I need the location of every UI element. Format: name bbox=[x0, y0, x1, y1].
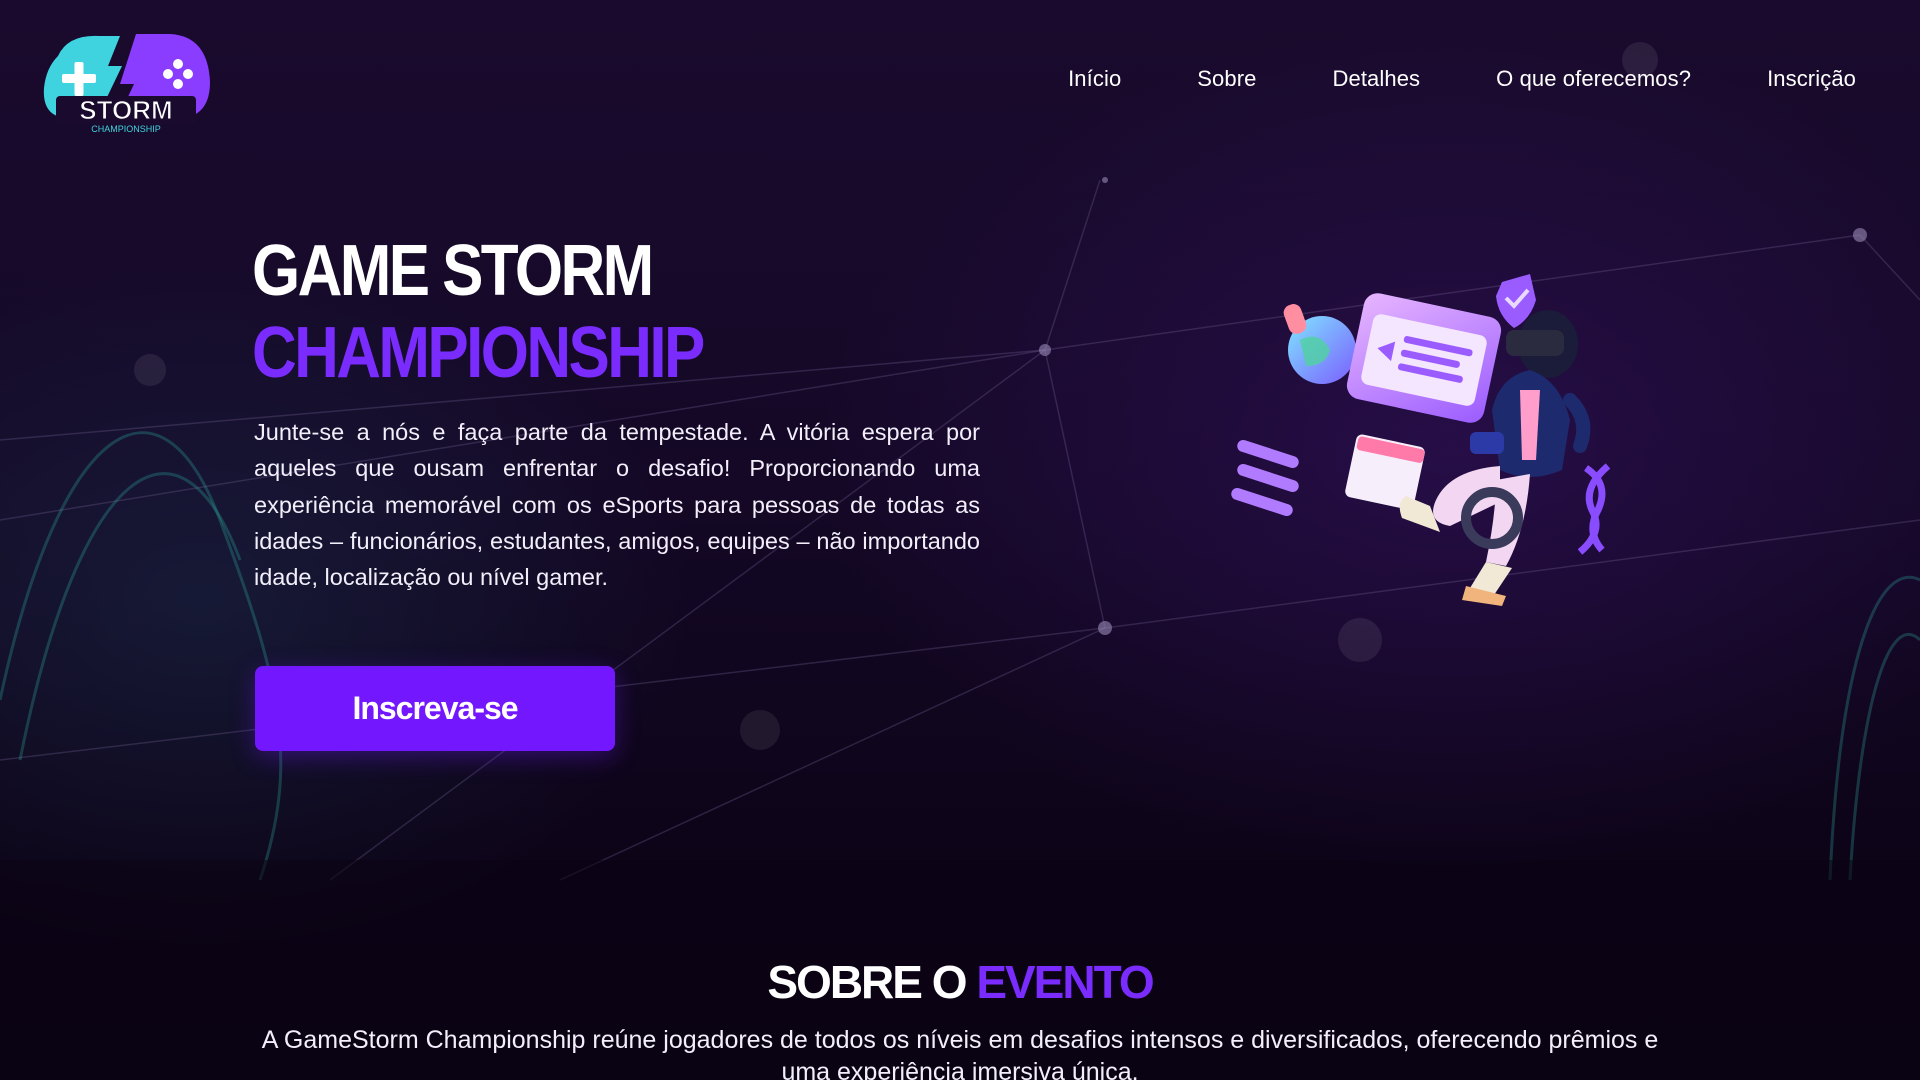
about-title-word1: SOBRE O bbox=[767, 956, 967, 1008]
signup-button[interactable]: Inscreva-se bbox=[255, 666, 615, 751]
about-section-title: SOBRE O EVENTO bbox=[0, 955, 1920, 1009]
hero-title-line2: CHAMPIONSHIP bbox=[252, 313, 705, 393]
vr-gamer-illustration bbox=[1231, 274, 1611, 606]
nav-link-sobre[interactable]: Sobre bbox=[1197, 66, 1256, 92]
main-navigation: Início Sobre Detalhes O que oferecemos? … bbox=[1068, 66, 1856, 92]
storm-logo[interactable]: STORM CHAMPIONSHIP bbox=[38, 26, 214, 136]
card-icon bbox=[1345, 434, 1425, 510]
hero-title-line1: GAME STORM bbox=[252, 231, 654, 311]
logo-wordmark: STORM bbox=[79, 95, 172, 125]
browser-window-icon bbox=[1346, 293, 1502, 423]
about-section-text: A GameStorm Championship reúne jogadores… bbox=[261, 1026, 1659, 1080]
hero-title: GAME STORM CHAMPIONSHIP bbox=[252, 230, 705, 394]
dna-icon bbox=[1577, 463, 1611, 555]
about-title-word2: EVENTO bbox=[976, 956, 1154, 1008]
nav-link-o-que-oferecemos[interactable]: O que oferecemos? bbox=[1496, 66, 1691, 92]
logo-subtext: CHAMPIONSHIP bbox=[91, 124, 161, 134]
nav-link-detalhes[interactable]: Detalhes bbox=[1333, 66, 1421, 92]
nav-link-inicio[interactable]: Início bbox=[1068, 66, 1121, 92]
globe-icon bbox=[1283, 304, 1356, 384]
page: STORM CHAMPIONSHIP Início Sobre Detalhes… bbox=[0, 0, 1920, 1080]
sliders-icon bbox=[1231, 439, 1299, 517]
nav-link-inscricao[interactable]: Inscrição bbox=[1767, 66, 1856, 92]
hero-description: Junte-se a nós e faça parte da tempestad… bbox=[254, 419, 980, 591]
